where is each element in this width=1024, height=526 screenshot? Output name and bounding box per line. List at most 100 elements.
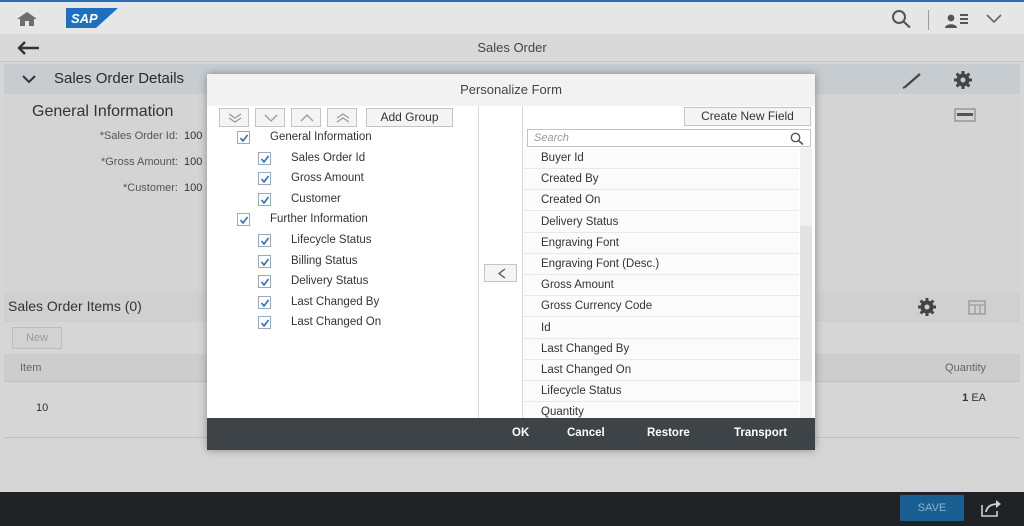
- tree-group[interactable]: Further Information: [207, 210, 467, 230]
- dialog-footer: OK Cancel Restore Transport: [207, 418, 815, 450]
- checkbox[interactable]: [258, 192, 271, 206]
- checkbox[interactable]: [258, 275, 271, 289]
- list-item[interactable]: Engraving Font (Desc.): [523, 254, 799, 275]
- shell-bar: SAP: [0, 0, 1024, 34]
- create-new-field-button[interactable]: Create New Field: [684, 107, 811, 126]
- form-field-label: *Sales Order Id:: [99, 130, 178, 142]
- search-icon[interactable]: [790, 132, 804, 145]
- form-field-value: 100: [184, 182, 203, 194]
- tree-field[interactable]: Last Changed By: [207, 293, 467, 313]
- scrollbar[interactable]: [800, 148, 812, 418]
- nav-bar: Sales Order: [0, 34, 1024, 62]
- restore-button[interactable]: Restore: [647, 427, 690, 439]
- field-search-box[interactable]: [527, 129, 811, 147]
- column-header-quantity[interactable]: Quantity: [945, 362, 986, 374]
- list-item[interactable]: Quantity: [523, 402, 799, 418]
- form-field-customer: *Customer: 100: [4, 182, 202, 194]
- save-button[interactable]: SAVE: [900, 495, 964, 521]
- list-item[interactable]: Last Changed On: [523, 360, 799, 381]
- tree-field[interactable]: Customer: [207, 190, 467, 210]
- minimize-icon[interactable]: [954, 108, 976, 122]
- pane-divider: [478, 106, 479, 418]
- tree-field[interactable]: Billing Status: [207, 252, 467, 272]
- checkbox[interactable]: [258, 295, 271, 309]
- cell-quantity: 1 EA: [962, 392, 986, 404]
- home-icon[interactable]: [16, 11, 38, 27]
- table-settings-icon[interactable]: [966, 298, 988, 316]
- checkbox[interactable]: [258, 316, 271, 330]
- form-field-value: 100: [184, 130, 203, 142]
- available-fields-pane: Create New Field Buyer IdCreated ByCreat…: [523, 106, 815, 418]
- cancel-button[interactable]: Cancel: [567, 427, 605, 439]
- list-item[interactable]: Last Changed By: [523, 338, 799, 360]
- field-search-input[interactable]: [534, 131, 784, 145]
- quantity-unit: EA: [971, 392, 986, 404]
- move-down-button[interactable]: [255, 108, 285, 127]
- list-item[interactable]: Delivery Status: [523, 211, 799, 233]
- footer-bar: SAVE: [0, 492, 1024, 526]
- tree-field[interactable]: Gross Amount: [207, 169, 467, 189]
- checkbox[interactable]: [258, 172, 271, 186]
- tree-item-label: General Information: [270, 131, 372, 143]
- tree-item-label: Delivery Status: [291, 275, 369, 288]
- tree-field[interactable]: Delivery Status: [207, 272, 467, 292]
- list-item[interactable]: Gross Amount: [523, 275, 799, 297]
- checkbox[interactable]: [258, 254, 271, 268]
- chevron-up-icon: [300, 114, 314, 122]
- tree-field[interactable]: Lifecycle Status: [207, 231, 467, 251]
- search-icon[interactable]: [890, 9, 912, 29]
- gear-icon[interactable]: [916, 297, 938, 317]
- tree-item-label: Customer: [291, 192, 341, 205]
- column-header-item[interactable]: Item: [20, 362, 41, 374]
- list-item[interactable]: Buyer Id: [523, 148, 799, 169]
- tree-group[interactable]: General Information: [207, 128, 467, 148]
- form-field-value: 100: [184, 156, 203, 168]
- double-chevron-down-icon: [228, 113, 242, 123]
- tree-item-label: Lifecycle Status: [291, 234, 372, 246]
- tree-field[interactable]: Sales Order Id: [207, 149, 467, 169]
- collapse-chevron-icon[interactable]: [22, 74, 36, 84]
- quantity-value: 1: [962, 392, 969, 404]
- pencil-icon[interactable]: [902, 71, 924, 89]
- list-item[interactable]: Gross Currency Code: [523, 296, 799, 318]
- new-item-button[interactable]: New: [12, 327, 62, 349]
- items-title: Sales Order Items (0): [8, 298, 142, 314]
- dialog-title: Personalize Form: [207, 74, 815, 106]
- form-field-label: *Gross Amount:: [100, 156, 178, 168]
- list-item[interactable]: Id: [523, 317, 799, 339]
- list-item[interactable]: Lifecycle Status: [523, 381, 799, 403]
- tree-item-label: Sales Order Id: [291, 151, 366, 164]
- list-item[interactable]: Engraving Font: [523, 232, 799, 254]
- move-to-top-button[interactable]: [327, 108, 357, 127]
- share-icon[interactable]: [980, 499, 1002, 517]
- transport-button[interactable]: Transport: [734, 427, 787, 439]
- form-field-label: *Customer:: [122, 182, 178, 194]
- checkbox[interactable]: [237, 131, 250, 144]
- scrollbar-thumb[interactable]: [800, 226, 812, 381]
- gear-icon[interactable]: [952, 70, 974, 90]
- tree-field[interactable]: Last Changed On: [207, 313, 467, 333]
- checkbox[interactable]: [237, 213, 250, 227]
- tree-item-label: Gross Amount: [291, 172, 364, 185]
- user-icon[interactable]: [945, 12, 971, 28]
- cell-item: 10: [36, 402, 49, 414]
- move-to-form-button[interactable]: [484, 264, 517, 282]
- dialog-body: Add Group General Information Sales Order…: [207, 106, 815, 418]
- checkbox[interactable]: [258, 151, 271, 165]
- group-title: General Information: [32, 103, 174, 120]
- checkbox[interactable]: [258, 234, 271, 247]
- form-structure-pane: Add Group General Information Sales Order…: [207, 106, 479, 418]
- move-up-button[interactable]: [291, 108, 321, 127]
- chevron-down-icon[interactable]: [986, 14, 1002, 24]
- sap-logo[interactable]: SAP: [66, 8, 118, 28]
- add-group-button[interactable]: Add Group: [366, 108, 453, 127]
- chevron-left-icon: [497, 268, 506, 279]
- ok-button[interactable]: OK: [512, 427, 529, 439]
- available-fields-list: Buyer Id Created By Created On Delivery Sta…: [523, 148, 799, 418]
- list-item[interactable]: Created On: [523, 190, 799, 212]
- list-item[interactable]: Created By: [523, 169, 799, 191]
- double-chevron-up-icon: [336, 113, 350, 123]
- shell-divider: [928, 10, 929, 30]
- personalize-form-dialog: Personalize Form Add Group General Infor…: [207, 74, 815, 450]
- move-to-bottom-button[interactable]: [219, 108, 249, 127]
